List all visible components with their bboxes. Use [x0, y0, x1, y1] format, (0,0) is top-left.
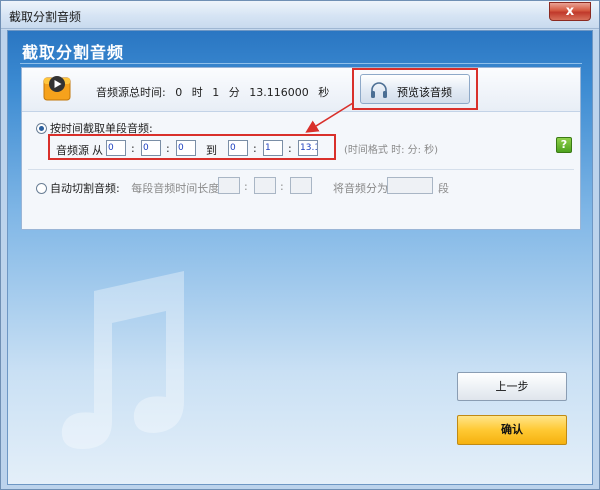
source-label: 音频源: [56, 144, 89, 157]
headphones-icon: [371, 82, 387, 98]
dialog-body: 截取分割音频 音频源总时间: 0 时 1 分 13.1 16000 秒 预览该音频…: [7, 30, 593, 485]
media-file-icon: [43, 76, 71, 101]
duration-info: 音频源总时间: 0 时 1 分 13.116000 秒: [96, 84, 335, 100]
segment-second-input[interactable]: [290, 177, 312, 194]
confirm-button[interactable]: 确认: [457, 415, 567, 445]
auto-split-radio[interactable]: [36, 183, 47, 194]
duration-hours: 0: [175, 86, 183, 99]
window-title: 截取分割音频: [9, 10, 82, 24]
colon-separator: :: [280, 180, 284, 193]
time-format-hint: (时间格式 时: 分: 秒): [344, 145, 439, 156]
start-minute-input[interactable]: 0: [141, 140, 161, 156]
duration-label: 音频源总时间:: [96, 86, 166, 99]
colon-separator: :: [131, 142, 135, 155]
segment-hour-input[interactable]: [218, 177, 240, 194]
auto-split-label: 自动切割音频:: [50, 182, 120, 195]
duration-hours-unit: 时: [191, 86, 203, 99]
from-label: 从: [92, 144, 103, 157]
title-bar[interactable]: 截取分割音频 x: [1, 1, 599, 29]
help-icon[interactable]: ?: [556, 137, 572, 153]
colon-separator: :: [288, 142, 292, 155]
audio-info-bar: 音频源总时间: 0 时 1 分 13.116000 秒 预览该音频: [22, 68, 580, 112]
header-divider: [20, 63, 582, 64]
settings-panel: 音频源总时间: 0 时 1 分 13.116000 秒 预览该音频 按时间截取单…: [21, 67, 581, 230]
colon-separator: :: [244, 180, 248, 193]
split-into-label: 将音频分为: [333, 182, 388, 195]
preview-audio-button[interactable]: 预览该音频: [360, 74, 470, 104]
colon-separator: :: [253, 142, 257, 155]
to-label: 到: [206, 144, 217, 157]
close-button[interactable]: x: [549, 2, 591, 21]
dialog-window: 截取分割音频 x 截取分割音频 音频源总时间: 0 时 1 分 13.11600…: [0, 0, 600, 490]
end-second-input[interactable]: 13.1: [298, 140, 318, 156]
segment-count-input[interactable]: [387, 177, 433, 194]
music-note-icon: [61, 271, 185, 449]
duration-seconds-unit: 秒: [318, 86, 330, 99]
end-minute-input[interactable]: 1: [263, 140, 283, 156]
time-range-highlight: 音频源 从 0 : 0 : 0 到 0 : 1 : 13.1: [48, 134, 336, 160]
duration-minutes: 1: [212, 86, 220, 99]
option-auto-split[interactable]: 自动切割音频: 每段音频时间长度: [36, 180, 219, 196]
preview-highlight: 预览该音频: [352, 68, 478, 110]
segments-unit-label: 段: [438, 182, 449, 195]
segment-length-label: 每段音频时间长度: [131, 182, 220, 195]
colon-separator: :: [166, 142, 170, 155]
page-title: 截取分割音频: [22, 43, 125, 62]
end-hour-input[interactable]: 0: [228, 140, 248, 156]
start-second-input[interactable]: 0: [176, 140, 196, 156]
preview-button-label: 预览该音频: [397, 86, 452, 99]
duration-seconds: 13.116000: [249, 86, 309, 99]
start-hour-input[interactable]: 0: [106, 140, 126, 156]
segment-minute-input[interactable]: [254, 177, 276, 194]
duration-minutes-unit: 分: [228, 86, 240, 99]
previous-step-button[interactable]: 上一步: [457, 372, 567, 401]
single-segment-radio[interactable]: [36, 123, 47, 134]
section-divider: [28, 169, 574, 170]
